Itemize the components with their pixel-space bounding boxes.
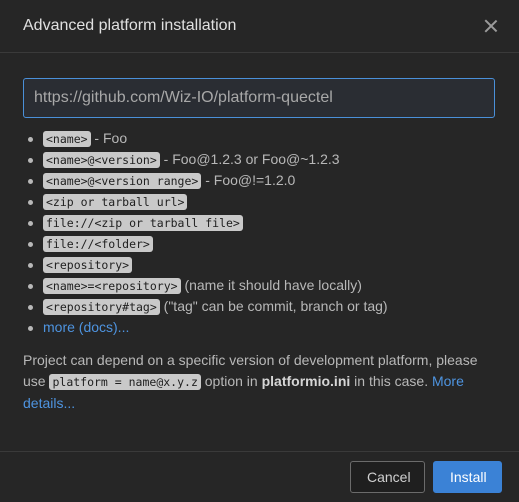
hint-code: <zip or tarball url> [43, 194, 188, 210]
list-item: <name>=<repository> (name it should have… [23, 275, 496, 296]
list-item: <name>@<version range> - Foo@!=1.2.0 [23, 170, 496, 191]
hint-code: <name>@<version> [43, 152, 160, 168]
hint-code: <repository> [43, 257, 133, 273]
dialog-header: Advanced platform installation [0, 0, 519, 53]
hint-text: - Foo@1.2.3 or Foo@~1.2.3 [159, 151, 340, 167]
hint-code: <name>=<repository> [43, 278, 181, 294]
hint-text: (name it should have locally) [180, 277, 362, 293]
dialog-footer: Cancel Install [0, 451, 519, 502]
hint-code: <name>@<version range> [43, 173, 202, 189]
format-hints-list: <name> - Foo <name>@<version> - Foo@1.2.… [23, 128, 496, 338]
cancel-button[interactable]: Cancel [350, 461, 425, 493]
dialog-body: <name> - Foo <name>@<version> - Foo@1.2.… [0, 53, 519, 414]
list-item: <name>@<version> - Foo@1.2.3 or Foo@~1.2… [23, 149, 496, 170]
hint-text: - Foo [90, 130, 128, 146]
close-icon[interactable] [482, 17, 500, 35]
list-item: <zip or tarball url> [23, 191, 496, 212]
hint-code: file://<folder> [43, 236, 153, 252]
list-item: file://<folder> [23, 233, 496, 254]
repository-url-input[interactable] [23, 78, 495, 118]
dialog-title: Advanced platform installation [23, 17, 237, 34]
install-platform-dialog: Advanced platform installation <name> - … [0, 0, 519, 502]
hint-code: <repository#tag> [43, 299, 160, 315]
note-code: platform = name@x.y.z [49, 374, 201, 390]
list-item: more (docs)... [23, 317, 496, 338]
hint-code: <name> [43, 131, 91, 147]
note-config-file: platformio.ini [261, 373, 351, 389]
note-text: in this case. [350, 373, 432, 389]
note-text: option in [200, 373, 262, 389]
install-button[interactable]: Install [433, 461, 502, 493]
more-docs-link[interactable]: more (docs)... [43, 319, 129, 335]
platform-version-note: Project can depend on a specific version… [23, 350, 496, 414]
list-item: file://<zip or tarball file> [23, 212, 496, 233]
list-item: <name> - Foo [23, 128, 496, 149]
hint-code: file://<zip or tarball file> [43, 215, 243, 231]
list-item: <repository#tag> ("tag" can be commit, b… [23, 296, 496, 317]
hint-text: - Foo@!=1.2.0 [201, 172, 296, 188]
list-item: <repository> [23, 254, 496, 275]
hint-text: ("tag" can be commit, branch or tag) [159, 298, 388, 314]
